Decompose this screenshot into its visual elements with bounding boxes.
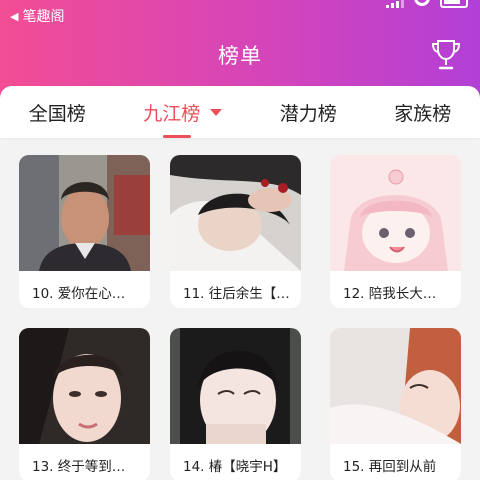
tab-label: 九江榜 [143,102,201,125]
ranking-card-11[interactable]: 11. 往后余生【… [170,155,301,308]
trophy-icon[interactable] [430,38,462,72]
back-triangle-icon: ◀ [10,9,19,23]
card-caption: 15. 再回到从前 [343,459,437,475]
status-bar: ◀ 笔趣阁 [0,0,480,28]
tab-label: 全国榜 [28,102,86,125]
system-icons [386,0,468,10]
ranking-card-12[interactable]: 12. 陪我长大… [330,155,461,308]
ranking-tabs: 全国榜 九江榜 潜力榜 家族榜 [0,86,480,138]
user-photo [19,328,150,444]
ranking-card-15[interactable]: 15. 再回到从前 [330,328,461,480]
card-caption: 10. 爱你在心… [32,286,126,302]
tab-jiujiang[interactable]: 九江榜 [143,86,223,138]
card-caption: 13. 终于等到… [32,459,126,475]
tab-label: 潜力榜 [279,102,337,125]
ranking-card-13[interactable]: 13. 终于等到… [19,328,150,480]
active-tab-indicator [163,135,192,138]
ranking-card-14[interactable]: 14. 椿【晓宇H】 [170,328,301,480]
back-to-app-link[interactable]: ◀ 笔趣阁 [10,6,64,26]
tab-label: 家族榜 [394,102,452,125]
user-photo [330,155,461,271]
tab-national[interactable]: 全国榜 [29,86,86,138]
user-photo [19,155,150,271]
ranking-card-10[interactable]: 10. 爱你在心… [19,155,150,308]
user-photo [170,155,301,271]
back-app-label: 笔趣阁 [22,9,65,25]
card-caption: 12. 陪我长大… [343,286,437,302]
signal-icon [386,0,404,8]
tab-family[interactable]: 家族榜 [394,86,451,138]
user-photo [170,328,301,444]
user-photo [330,328,461,444]
card-caption: 11. 往后余生【… [183,286,290,302]
wifi-icon [414,0,430,8]
card-caption: 14. 椿【晓宇H】 [183,459,287,475]
battery-icon [440,0,468,8]
tab-potential[interactable]: 潜力榜 [280,86,337,138]
caret-down-icon[interactable] [210,108,223,116]
page-title: 榜单 [218,44,262,68]
